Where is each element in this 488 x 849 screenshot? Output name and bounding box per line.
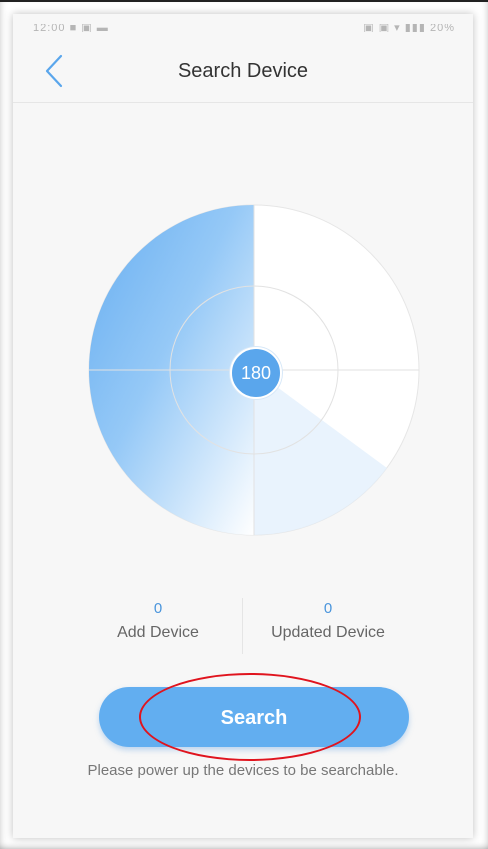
back-button[interactable] xyxy=(41,54,71,88)
status-left-text: 12:00 ■ ▣ ▬ xyxy=(33,24,109,32)
stats-panel: 0 Add Device 0 Updated Device xyxy=(73,598,413,678)
add-device-count: 0 xyxy=(153,600,163,617)
countdown-badge: 180 xyxy=(230,347,282,399)
chevron-left-icon xyxy=(45,54,63,88)
updated-device-stat: 0 Updated Device xyxy=(243,598,413,642)
updated-device-count: 0 xyxy=(323,600,333,617)
page-title: Search Device xyxy=(177,60,309,82)
updated-device-label: Updated Device xyxy=(271,624,385,641)
status-bar: 12:00 ■ ▣ ▬ ▣ ▣ ▾ ▮▮▮ 20% xyxy=(13,14,473,40)
hint-text: Please power up the devices to be search… xyxy=(87,762,399,779)
search-button[interactable]: Search xyxy=(99,687,409,747)
status-right-text: ▣ ▣ ▾ ▮▮▮ 20% xyxy=(363,24,455,32)
add-device-stat: 0 Add Device xyxy=(73,598,243,642)
nav-bar: Search Device xyxy=(13,40,473,103)
phone-screen: 12:00 ■ ▣ ▬ ▣ ▣ ▾ ▮▮▮ 20% Search Device xyxy=(13,14,473,838)
main-content: 180 0 Add Device 0 Updated Device Search… xyxy=(13,103,473,838)
add-device-label: Add Device xyxy=(117,624,199,641)
